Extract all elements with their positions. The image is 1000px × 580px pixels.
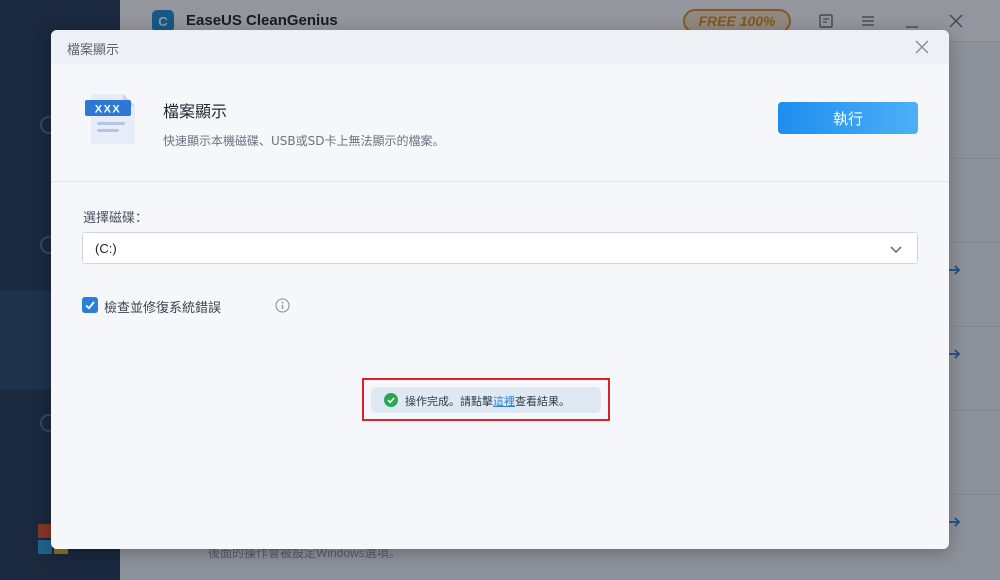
feature-description: 快速顯示本機磁碟、USB或SD卡上無法顯示的檔案。 bbox=[163, 134, 445, 148]
file-icon-text: XXX bbox=[95, 104, 122, 116]
success-icon bbox=[384, 393, 398, 407]
repair-checkbox-label[interactable]: 檢查並修復系統錯誤 bbox=[104, 297, 221, 316]
file-display-dialog: 檔案顯示 XXX 檔案顯示 快速顯示本機磁碟、USB或SD卡上無法顯示的檔案。 … bbox=[51, 30, 949, 549]
chevron-down-icon bbox=[890, 246, 902, 253]
info-icon[interactable] bbox=[275, 298, 290, 313]
success-toast: 操作完成。請點擊這裡查看結果。 bbox=[371, 387, 601, 413]
drive-select-label: 選擇磁碟： bbox=[83, 211, 149, 226]
toast-prefix: 操作完成。請點擊 bbox=[405, 395, 493, 408]
results-link[interactable]: 這裡 bbox=[493, 395, 515, 408]
close-icon[interactable] bbox=[913, 38, 931, 56]
file-display-icon: XXX bbox=[85, 94, 135, 144]
divider bbox=[51, 181, 949, 182]
drive-select-value: (C:) bbox=[95, 241, 117, 256]
checkmark-icon bbox=[85, 301, 95, 310]
toast-message: 操作完成。請點擊這裡查看結果。 bbox=[405, 393, 570, 409]
feature-title: 檔案顯示 bbox=[163, 102, 228, 121]
dialog-title: 檔案顯示 bbox=[67, 43, 120, 58]
dialog-header: 檔案顯示 bbox=[51, 30, 949, 64]
run-button[interactable]: 執行 bbox=[778, 102, 918, 134]
drive-select[interactable]: (C:) bbox=[82, 232, 918, 264]
repair-checkbox[interactable] bbox=[82, 297, 98, 313]
toast-suffix: 查看結果。 bbox=[515, 395, 570, 408]
